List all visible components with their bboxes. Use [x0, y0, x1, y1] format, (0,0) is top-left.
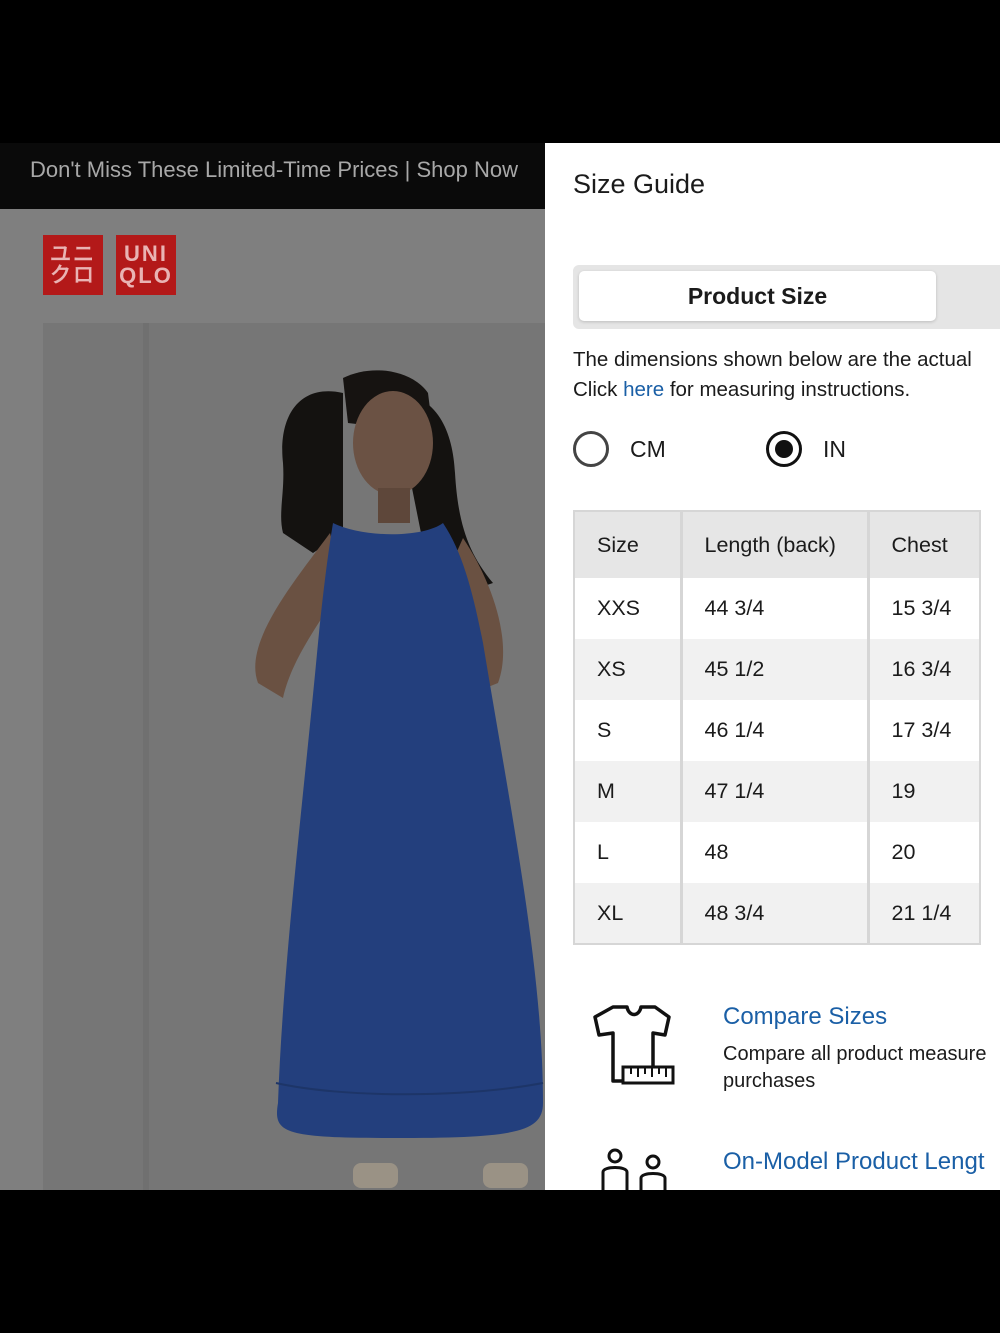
cell-chest: 15 3/4 — [891, 596, 952, 620]
description-line-1: The dimensions shown below are the actua… — [573, 348, 972, 371]
logo-latin: UNI QLO — [116, 235, 176, 295]
measuring-instructions-link[interactable]: here — [623, 378, 664, 401]
table-row: L 48 20 — [574, 822, 980, 883]
table-row: XL 48 3/4 21 1/4 — [574, 883, 980, 944]
table-row: S 46 1/4 17 3/4 — [574, 700, 980, 761]
model-in-dress-image — [43, 323, 563, 1190]
cell-chest: 21 1/4 — [891, 900, 952, 925]
compare-sizes-desc-line2: purchases — [723, 1070, 816, 1092]
cell-chest: 17 3/4 — [891, 718, 952, 742]
cell-size: XXS — [574, 578, 683, 639]
table-row: XXS 44 3/4 15 3/4 — [574, 578, 980, 639]
table-row: M 47 1/4 19 — [574, 761, 980, 822]
cell-size: S — [574, 700, 683, 761]
size-guide-panel: Size Guide Product Size The dimensions s… — [545, 143, 1000, 1190]
letterbox-bottom — [0, 1190, 1000, 1333]
unit-radio-in[interactable] — [766, 431, 802, 467]
size-table: Size Length (back) Chest XXS 44 3/4 15 3… — [573, 510, 981, 945]
cell-size: M — [574, 761, 683, 822]
cell-length: 48 3/4 — [681, 883, 870, 944]
description-suffix: for measuring instructions. — [664, 378, 911, 401]
uniqlo-logo[interactable]: ユニ クロ UNI QLO — [43, 235, 176, 295]
size-guide-description: The dimensions shown below are the actua… — [573, 345, 1000, 405]
unit-radio-cm[interactable] — [573, 431, 609, 467]
on-model-length-title[interactable]: On-Model Product Lengt — [723, 1148, 984, 1176]
table-header-length: Length (back) — [681, 511, 870, 578]
cell-size: L — [574, 822, 683, 883]
compare-sizes-desc-line1: Compare all product measure — [723, 1043, 987, 1065]
cell-size: XS — [574, 639, 683, 700]
compare-sizes-feature[interactable]: Compare Sizes Compare all product measur… — [573, 1003, 1000, 1103]
size-guide-tabs: Product Size — [573, 265, 1000, 329]
cell-size: XL — [574, 883, 683, 944]
compare-sizes-description: Compare all product measure purchases — [723, 1041, 986, 1095]
table-header-row: Size Length (back) Chest — [574, 511, 980, 578]
table-header-chest: Chest — [891, 532, 948, 557]
models-icon — [591, 1148, 675, 1190]
size-guide-title: Size Guide — [573, 169, 706, 199]
unit-selector: CM IN — [573, 429, 1000, 469]
unit-label-in: IN — [823, 436, 846, 462]
product-photo[interactable] — [43, 323, 563, 1190]
cell-chest: 16 3/4 — [891, 657, 952, 681]
cell-length: 47 1/4 — [681, 761, 870, 822]
description-line-2: Click here for measuring instructions. — [573, 375, 1000, 405]
cell-length: 48 — [681, 822, 870, 883]
tab-product-size[interactable]: Product Size — [579, 271, 936, 321]
on-model-length-feature[interactable]: On-Model Product Lengt — [573, 1148, 1000, 1190]
letterbox-top — [0, 0, 1000, 143]
table-header-size: Size — [574, 511, 683, 578]
logo-katakana: ユニ クロ — [43, 235, 103, 295]
table-row: XS 45 1/2 16 3/4 — [574, 639, 980, 700]
cell-length: 44 3/4 — [681, 578, 870, 639]
cell-length: 45 1/2 — [681, 639, 870, 700]
cell-chest: 19 — [891, 779, 916, 803]
tshirt-ruler-icon — [591, 1003, 675, 1094]
description-prefix: Click — [573, 378, 624, 401]
cell-chest: 20 — [891, 840, 916, 864]
compare-sizes-title[interactable]: Compare Sizes — [723, 1003, 887, 1031]
unit-label-cm: CM — [630, 436, 666, 462]
cell-length: 46 1/4 — [681, 700, 870, 761]
